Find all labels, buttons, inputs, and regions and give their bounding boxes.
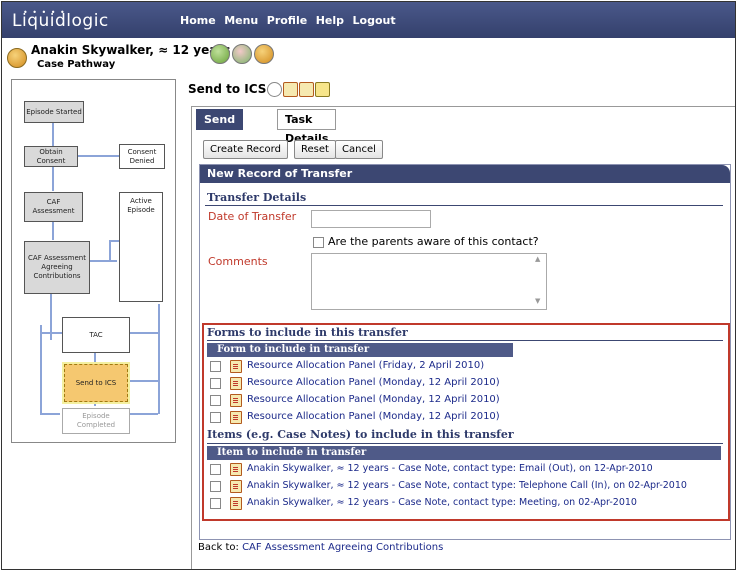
step-episode-completed-label: Episode Completed (76, 412, 116, 429)
date-of-transfer-input[interactable] (311, 210, 431, 228)
forms-table-header-label: Form to include in transfer (217, 344, 370, 355)
document-icon (230, 411, 242, 424)
form-row-checkbox[interactable] (210, 395, 221, 406)
patient-icon (7, 48, 27, 68)
logo: • • • • • Liquidlogic (12, 8, 109, 31)
step-caf-assessment[interactable]: CAF Assessment (24, 192, 83, 222)
person-icon[interactable] (210, 44, 230, 64)
form-row-label[interactable]: Resource Allocation Panel (Monday, 12 Ap… (247, 375, 500, 391)
document-icon[interactable] (299, 82, 314, 97)
forms-table-header: Form to include in transfer (207, 343, 513, 357)
comments-textarea[interactable] (311, 253, 547, 310)
document-icon (230, 377, 242, 390)
nav-home[interactable]: Home (180, 14, 216, 27)
step-episode-completed[interactable]: Episode Completed (62, 408, 130, 434)
step-tac-label: TAC (89, 330, 103, 339)
back-to-link[interactable]: CAF Assessment Agreeing Contributions (242, 542, 443, 553)
document-icon (230, 360, 242, 373)
nav-help[interactable]: Help (316, 14, 344, 27)
reset-button[interactable]: Reset (294, 140, 336, 159)
patient-name: Anakin Skywalker, ≈ 12 years (31, 43, 231, 57)
document-icon (230, 480, 242, 493)
comments-label: Comments (208, 255, 268, 268)
scroll-down-icon[interactable]: ▼ (535, 297, 540, 305)
step-obtain-consent-label: Obtain Consent (36, 147, 66, 165)
divider (205, 205, 723, 206)
nav-profile[interactable]: Profile (267, 14, 307, 27)
step-obtain-consent[interactable]: Obtain Consent (24, 146, 78, 167)
item-row-checkbox[interactable] (210, 498, 221, 509)
parents-aware-label: Are the parents aware of this contact? (328, 235, 539, 248)
step-active-episode-label: Active Episode (127, 197, 155, 214)
patient-subtitle: Case Pathway (37, 59, 116, 70)
date-of-transfer-label: Date of Transfer (208, 210, 297, 223)
tab-send-to-ics[interactable]: Send to ICS (196, 109, 244, 164)
step-send-to-ics-label: Send to ICS (75, 378, 117, 387)
form-row-label[interactable]: Resource Allocation Panel (Friday, 2 Apr… (247, 358, 484, 374)
form-row-label[interactable]: Resource Allocation Panel (Monday, 12 Ap… (247, 409, 500, 425)
record-header-label: New Record of Transfer (207, 167, 353, 180)
step-caf-agreeing-contributions[interactable]: CAF Assessment Agreeing Contributions (24, 241, 90, 294)
document-icon (230, 497, 242, 510)
item-row-label[interactable]: Anakin Skywalker, ≈ 12 years - Case Note… (247, 461, 653, 477)
nav-logout[interactable]: Logout (353, 14, 396, 27)
step-caf-agreeing-label: CAF Assessment Agreeing Contributions (28, 254, 86, 280)
transfer-details-heading: Transfer Details (207, 191, 307, 204)
top-bar: • • • • • Liquidlogic Home Menu Profile … (2, 2, 735, 38)
items-section-title: Items (e.g. Case Notes) to include in th… (207, 428, 514, 441)
create-record-button[interactable]: Create Record (203, 140, 288, 159)
document-icon (230, 394, 242, 407)
scroll-up-icon[interactable]: ▲ (535, 255, 540, 263)
divider (207, 340, 723, 341)
step-consent-denied[interactable]: Consent Denied (119, 144, 165, 169)
step-active-episode[interactable]: Active Episode (119, 192, 163, 302)
document-icon (230, 463, 242, 476)
step-caf-assessment-label: CAF Assessment (32, 198, 75, 215)
divider (207, 443, 723, 444)
edit-note-icon[interactable] (315, 82, 330, 97)
case-pathway-diagram: Episode Started Obtain Consent Consent D… (11, 79, 176, 443)
form-row-checkbox[interactable] (210, 412, 221, 423)
app-window: • • • • • Liquidlogic Home Menu Profile … (1, 1, 736, 570)
item-row-label[interactable]: Anakin Skywalker, ≈ 12 years - Case Note… (247, 495, 637, 511)
tab-task-details[interactable]: Task Details (277, 109, 337, 145)
main-panel: Send to ICS Task Details Create Record R… (191, 106, 735, 569)
step-tac[interactable]: TAC (62, 317, 130, 353)
case-icon[interactable] (254, 44, 274, 64)
item-row-label[interactable]: Anakin Skywalker, ≈ 12 years - Case Note… (247, 478, 687, 494)
new-record-form: New Record of Transfer Transfer Details … (199, 164, 731, 540)
document-icon[interactable] (283, 82, 298, 97)
form-row-label[interactable]: Resource Allocation Panel (Monday, 12 Ap… (247, 392, 500, 408)
parents-aware-checkbox[interactable] (313, 237, 324, 248)
form-row-checkbox[interactable] (210, 361, 221, 372)
items-table-header: Item to include in transfer (207, 446, 721, 460)
step-episode-started[interactable]: Episode Started (24, 101, 84, 123)
page-title: Send to ICS (188, 82, 267, 96)
step-consent-denied-label: Consent Denied (127, 147, 157, 165)
form-row-checkbox[interactable] (210, 378, 221, 389)
top-nav: Home Menu Profile Help Logout (180, 14, 401, 27)
items-table-header-label: Item to include in transfer (217, 447, 367, 458)
record-header: New Record of Transfer (200, 165, 730, 183)
step-send-to-ics[interactable]: Send to ICS (62, 362, 130, 404)
back-to: Back to: CAF Assessment Agreeing Contrib… (198, 542, 443, 553)
forms-section-title: Forms to include in this transfer (207, 326, 408, 339)
item-row-checkbox[interactable] (210, 464, 221, 475)
transfer-selection-box: Forms to include in this transfer Form t… (202, 323, 730, 521)
back-to-prefix: Back to: (198, 542, 239, 553)
nav-menu[interactable]: Menu (224, 14, 258, 27)
home-circle-icon[interactable] (267, 82, 282, 97)
step-episode-started-label: Episode Started (26, 107, 82, 116)
logo-dots: • • • • • (23, 8, 66, 17)
family-icon[interactable] (232, 44, 252, 64)
cancel-button[interactable]: Cancel (335, 140, 383, 159)
item-row-checkbox[interactable] (210, 481, 221, 492)
